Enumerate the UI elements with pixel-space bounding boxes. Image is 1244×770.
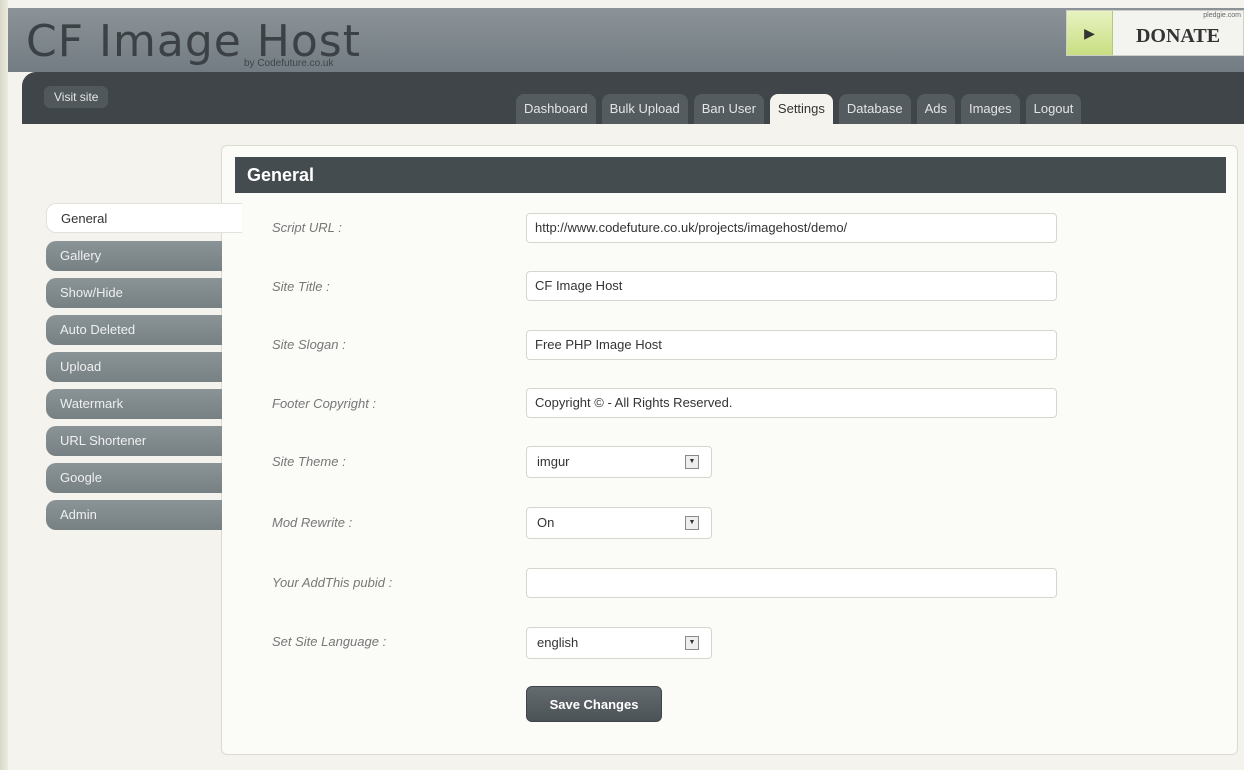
- mod-rewrite-select[interactable]: On ▼: [526, 507, 712, 539]
- tab-images[interactable]: Images: [960, 94, 1020, 124]
- tab-bulk-upload[interactable]: Bulk Upload: [601, 94, 688, 124]
- side-item-upload[interactable]: Upload: [46, 352, 222, 382]
- site-title-input[interactable]: CF Image Host: [526, 271, 1057, 301]
- addthis-pubid-label: Your AddThis pubid :: [272, 575, 393, 590]
- donate-button[interactable]: ▶ DONATE pledgie.com: [1066, 10, 1244, 56]
- site-language-label: Set Site Language :: [272, 634, 387, 649]
- dropdown-arrow-icon[interactable]: ▼: [685, 516, 699, 530]
- mod-rewrite-label: Mod Rewrite :: [272, 515, 353, 530]
- play-icon: ▶: [1067, 11, 1113, 55]
- dropdown-arrow-icon[interactable]: ▼: [685, 455, 699, 469]
- nav-tabs: Dashboard Bulk Upload Ban User Settings …: [516, 94, 1082, 124]
- side-item-url-shortener[interactable]: URL Shortener: [46, 426, 222, 456]
- tab-ads[interactable]: Ads: [916, 94, 955, 124]
- top-navbar: Visit site Dashboard Bulk Upload Ban Use…: [22, 72, 1244, 124]
- footer-copyright-label: Footer Copyright :: [272, 396, 377, 411]
- side-item-auto-deleted[interactable]: Auto Deleted: [46, 315, 222, 345]
- side-item-watermark[interactable]: Watermark: [46, 389, 222, 419]
- tab-database[interactable]: Database: [838, 94, 911, 124]
- site-header: CF Image Host by Codefuture.co.uk ▶ DONA…: [8, 8, 1244, 72]
- script-url-input[interactable]: http://www.codefuture.co.uk/projects/ima…: [526, 213, 1057, 243]
- site-title-label: Site Title :: [272, 279, 330, 294]
- site-theme-select[interactable]: imgur ▼: [526, 446, 712, 478]
- tab-logout[interactable]: Logout: [1025, 94, 1082, 124]
- visit-site-button[interactable]: Visit site: [44, 86, 109, 108]
- donate-provider: pledgie.com: [1203, 12, 1241, 19]
- tab-settings[interactable]: Settings: [769, 94, 833, 124]
- site-theme-value: imgur: [537, 454, 570, 469]
- tab-ban-user[interactable]: Ban User: [693, 94, 764, 124]
- mod-rewrite-value: On: [537, 515, 555, 530]
- site-language-select[interactable]: english ▼: [526, 627, 712, 659]
- site-language-value: english: [537, 635, 579, 650]
- side-item-show-hide[interactable]: Show/Hide: [46, 278, 222, 308]
- side-item-general[interactable]: General: [46, 203, 242, 233]
- side-item-gallery[interactable]: Gallery: [46, 241, 222, 271]
- side-item-google[interactable]: Google: [46, 463, 222, 493]
- dropdown-arrow-icon[interactable]: ▼: [685, 636, 699, 650]
- site-logo-subtitle: by Codefuture.co.uk: [244, 58, 334, 69]
- footer-copyright-input[interactable]: Copyright © - All Rights Reserved.: [526, 388, 1057, 418]
- addthis-pubid-input[interactable]: [526, 568, 1057, 598]
- site-theme-label: Site Theme :: [272, 454, 346, 469]
- save-changes-button[interactable]: Save Changes: [526, 686, 662, 722]
- tab-dashboard[interactable]: Dashboard: [516, 94, 596, 124]
- left-decorative-strip: [0, 0, 8, 770]
- donate-label: DONATE: [1135, 24, 1221, 47]
- panel-heading: General: [235, 157, 1226, 193]
- script-url-label: Script URL :: [272, 220, 342, 235]
- site-slogan-input[interactable]: Free PHP Image Host: [526, 330, 1057, 360]
- site-slogan-label: Site Slogan :: [272, 337, 346, 352]
- side-item-admin[interactable]: Admin: [46, 500, 222, 530]
